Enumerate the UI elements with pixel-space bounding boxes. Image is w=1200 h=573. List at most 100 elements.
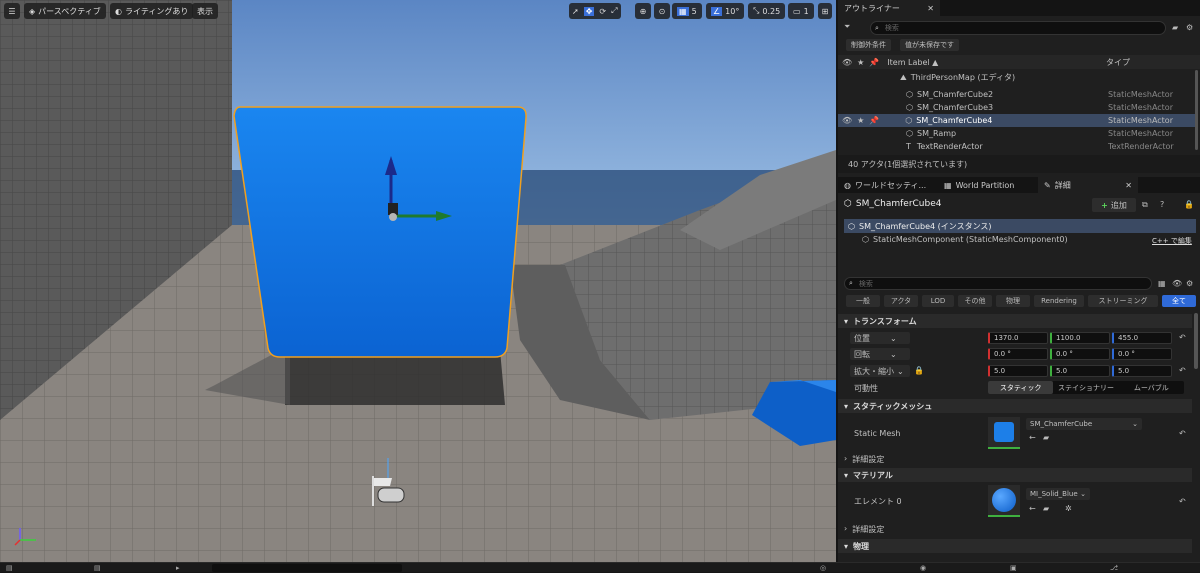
material-options-icon[interactable]: ✲ (1065, 504, 1072, 513)
show-label: 表示 (197, 6, 213, 16)
perspective-button[interactable]: ◈ パースペクティブ (24, 3, 106, 19)
material-header[interactable]: ▾ マテリアル (838, 468, 1192, 482)
help-icon[interactable]: ? (1160, 200, 1164, 209)
filter-physics[interactable]: 物理 (996, 295, 1030, 307)
details-search-input[interactable]: ⌕ 検索 (844, 277, 1152, 290)
component-instance-row[interactable]: ⬡ SM_ChamferCube4 (インスタンス) (844, 219, 1196, 233)
mesh-thumbnail[interactable] (988, 417, 1020, 449)
static-mesh-dropdown[interactable]: SM_ChamferCube ⌄ (1026, 418, 1142, 430)
level-viewport[interactable]: ☰ ◈ パースペクティブ ◐ ライティングあり 表示 ➚ ✥ ⟳ ⤢ ⊕ ⊙ ▦… (0, 0, 836, 562)
pin-icon[interactable]: 📌 (869, 116, 879, 125)
collapse-icon: ▾ (844, 316, 849, 326)
chevron-down-icon: ⌄ (1132, 420, 1138, 428)
column-item-label[interactable]: Item Label ▲ (887, 58, 938, 67)
star-icon[interactable]: ★ (857, 116, 864, 125)
material-dropdown[interactable]: MI_Solid_Blue ⌄ (1026, 488, 1090, 500)
outliner-row-selected[interactable]: 👁 ★ 📌 ⬡ SM_ChamferCube4 StaticMeshActor (838, 114, 1198, 127)
eye-icon[interactable]: 👁 (842, 116, 852, 125)
scale-tool-icon[interactable]: ⤢ (611, 6, 617, 16)
viewport-menu-button[interactable]: ☰ (4, 3, 20, 19)
rotation-y-field[interactable]: 0.0 ° (1050, 348, 1110, 360)
mobility-movable[interactable]: ムーバブル (1119, 381, 1184, 394)
rotation-dropdown[interactable]: 回転 ⌄ (850, 348, 910, 360)
add-component-button[interactable]: + 追加 (1092, 198, 1136, 212)
static-mesh-advanced[interactable]: › 詳細設定 (844, 454, 884, 465)
location-dropdown[interactable]: 位置 ⌄ (850, 332, 910, 344)
outliner-scrollbar[interactable] (1195, 70, 1198, 150)
static-mesh-header[interactable]: ▾ スタティックメッシュ (838, 399, 1192, 413)
outliner-row[interactable]: ⬡ SM_ChamferCube2 StaticMeshActor (838, 88, 1198, 101)
filter-rendering[interactable]: Rendering (1034, 295, 1084, 307)
outliner-row[interactable]: ⬡ SM_Ramp StaticMeshActor (838, 127, 1198, 140)
component-row[interactable]: ⬡ StaticMeshComponent (StaticMeshCompone… (862, 235, 1068, 244)
viewport-scene[interactable] (0, 0, 836, 562)
filter-general[interactable]: 一般 (846, 295, 880, 307)
tab-world-settings[interactable]: ◍ ワールドセッティ... (838, 177, 938, 193)
filter-all[interactable]: 全て (1162, 295, 1196, 307)
outliner-row[interactable]: ⬡ SM_ChamferCube3 StaticMeshActor (838, 101, 1198, 114)
mobility-static[interactable]: スタティック (988, 381, 1054, 394)
filter-streaming[interactable]: ストリーミング (1088, 295, 1158, 307)
translate-tool-icon[interactable]: ✥ (583, 6, 595, 16)
reset-icon[interactable]: ↶ (1179, 366, 1186, 375)
scale-dropdown[interactable]: 拡大・縮小 ⌄ (850, 365, 910, 377)
tab-world-partition[interactable]: ▦ World Partition (938, 177, 1038, 193)
filter-lod[interactable]: LOD (922, 295, 954, 307)
location-x-field[interactable]: 1370.0 (988, 332, 1048, 344)
location-y-field[interactable]: 1100.0 (1050, 332, 1110, 344)
outliner-filter-button[interactable]: ⏷ (844, 22, 850, 32)
select-tool-icon[interactable]: ➚ (572, 7, 579, 16)
reset-icon[interactable]: ↶ (1179, 497, 1186, 506)
filter-actor[interactable]: アクタ (884, 295, 918, 307)
settings-icon[interactable]: ⚙ (1186, 279, 1193, 288)
grid-snap-button[interactable]: ▦ 5 (672, 3, 702, 19)
edit-cpp-link[interactable]: C++ で編集 (1152, 236, 1192, 246)
tab-outliner[interactable]: アウトライナー ✕ (838, 0, 940, 16)
details-scrollbar[interactable] (1194, 313, 1198, 369)
scale-z-field[interactable]: 5.0 (1112, 365, 1172, 377)
show-button[interactable]: 表示 (192, 3, 218, 19)
filter-misc[interactable]: その他 (958, 295, 992, 307)
scale-snap-button[interactable]: ⤡ 0.25 (748, 3, 786, 19)
folder-icon[interactable]: ▰ (1043, 433, 1049, 442)
rotate-tool-icon[interactable]: ⟳ (599, 7, 606, 16)
column-type[interactable]: タイプ (1106, 57, 1130, 68)
transform-header[interactable]: ▾ トランスフォーム (838, 314, 1192, 328)
reset-icon[interactable]: ↶ (1179, 333, 1186, 342)
reset-icon[interactable]: ↶ (1179, 429, 1186, 438)
outliner-root-row[interactable]: ⛰ ThirdPersonMap (エディタ) (838, 71, 1198, 84)
add-folder-icon[interactable]: ▰ (1172, 23, 1178, 32)
eye-icon[interactable]: 👁 (1172, 279, 1182, 288)
rotation-x-field[interactable]: 0.0 ° (988, 348, 1048, 360)
physics-header[interactable]: ▾ 物理 (838, 539, 1192, 553)
mobility-stationary[interactable]: ステイショナリー (1053, 381, 1118, 394)
outliner-filter-pill-1[interactable]: 制御外条件 (846, 39, 891, 51)
material-thumbnail[interactable] (988, 485, 1020, 517)
blueprint-icon[interactable]: ⧉ (1142, 200, 1148, 210)
outliner-filter-pill-2[interactable]: 值が未保存です (900, 39, 959, 51)
browse-icon[interactable]: ← (1029, 504, 1036, 513)
browse-icon[interactable]: ← (1029, 433, 1036, 442)
close-icon[interactable]: ✕ (1125, 181, 1132, 190)
lock-icon[interactable]: 🔒 (914, 366, 924, 375)
lock-icon[interactable]: 🔒 (1184, 200, 1194, 209)
outliner-search-input[interactable]: ⌕ 検索 (870, 21, 1166, 35)
surface-snap-button[interactable]: ⊙ (654, 3, 670, 19)
console-input[interactable] (212, 564, 402, 572)
settings-icon[interactable]: ⚙ (1186, 23, 1193, 32)
table-view-icon[interactable]: ▦ (1158, 279, 1166, 288)
rotation-snap-button[interactable]: ∠ 10° (706, 3, 745, 19)
camera-speed-button[interactable]: ▭ 1 (788, 3, 814, 19)
scale-x-field[interactable]: 5.0 (988, 365, 1048, 377)
location-z-field[interactable]: 455.0 (1112, 332, 1172, 344)
lighting-button[interactable]: ◐ ライティングあり (110, 3, 194, 19)
maximize-viewport-button[interactable]: ⊞ (818, 3, 832, 19)
material-advanced[interactable]: › 詳細設定 (844, 524, 884, 535)
scale-y-field[interactable]: 5.0 (1050, 365, 1110, 377)
world-space-button[interactable]: ⊕ (635, 3, 651, 19)
close-icon[interactable]: ✕ (927, 4, 934, 13)
tab-details[interactable]: ✎ 詳細 ✕ (1038, 177, 1138, 193)
rotation-z-field[interactable]: 0.0 ° (1112, 348, 1172, 360)
outliner-row[interactable]: T TextRenderActor TextRenderActor (838, 140, 1198, 153)
folder-icon[interactable]: ▰ (1043, 504, 1049, 513)
